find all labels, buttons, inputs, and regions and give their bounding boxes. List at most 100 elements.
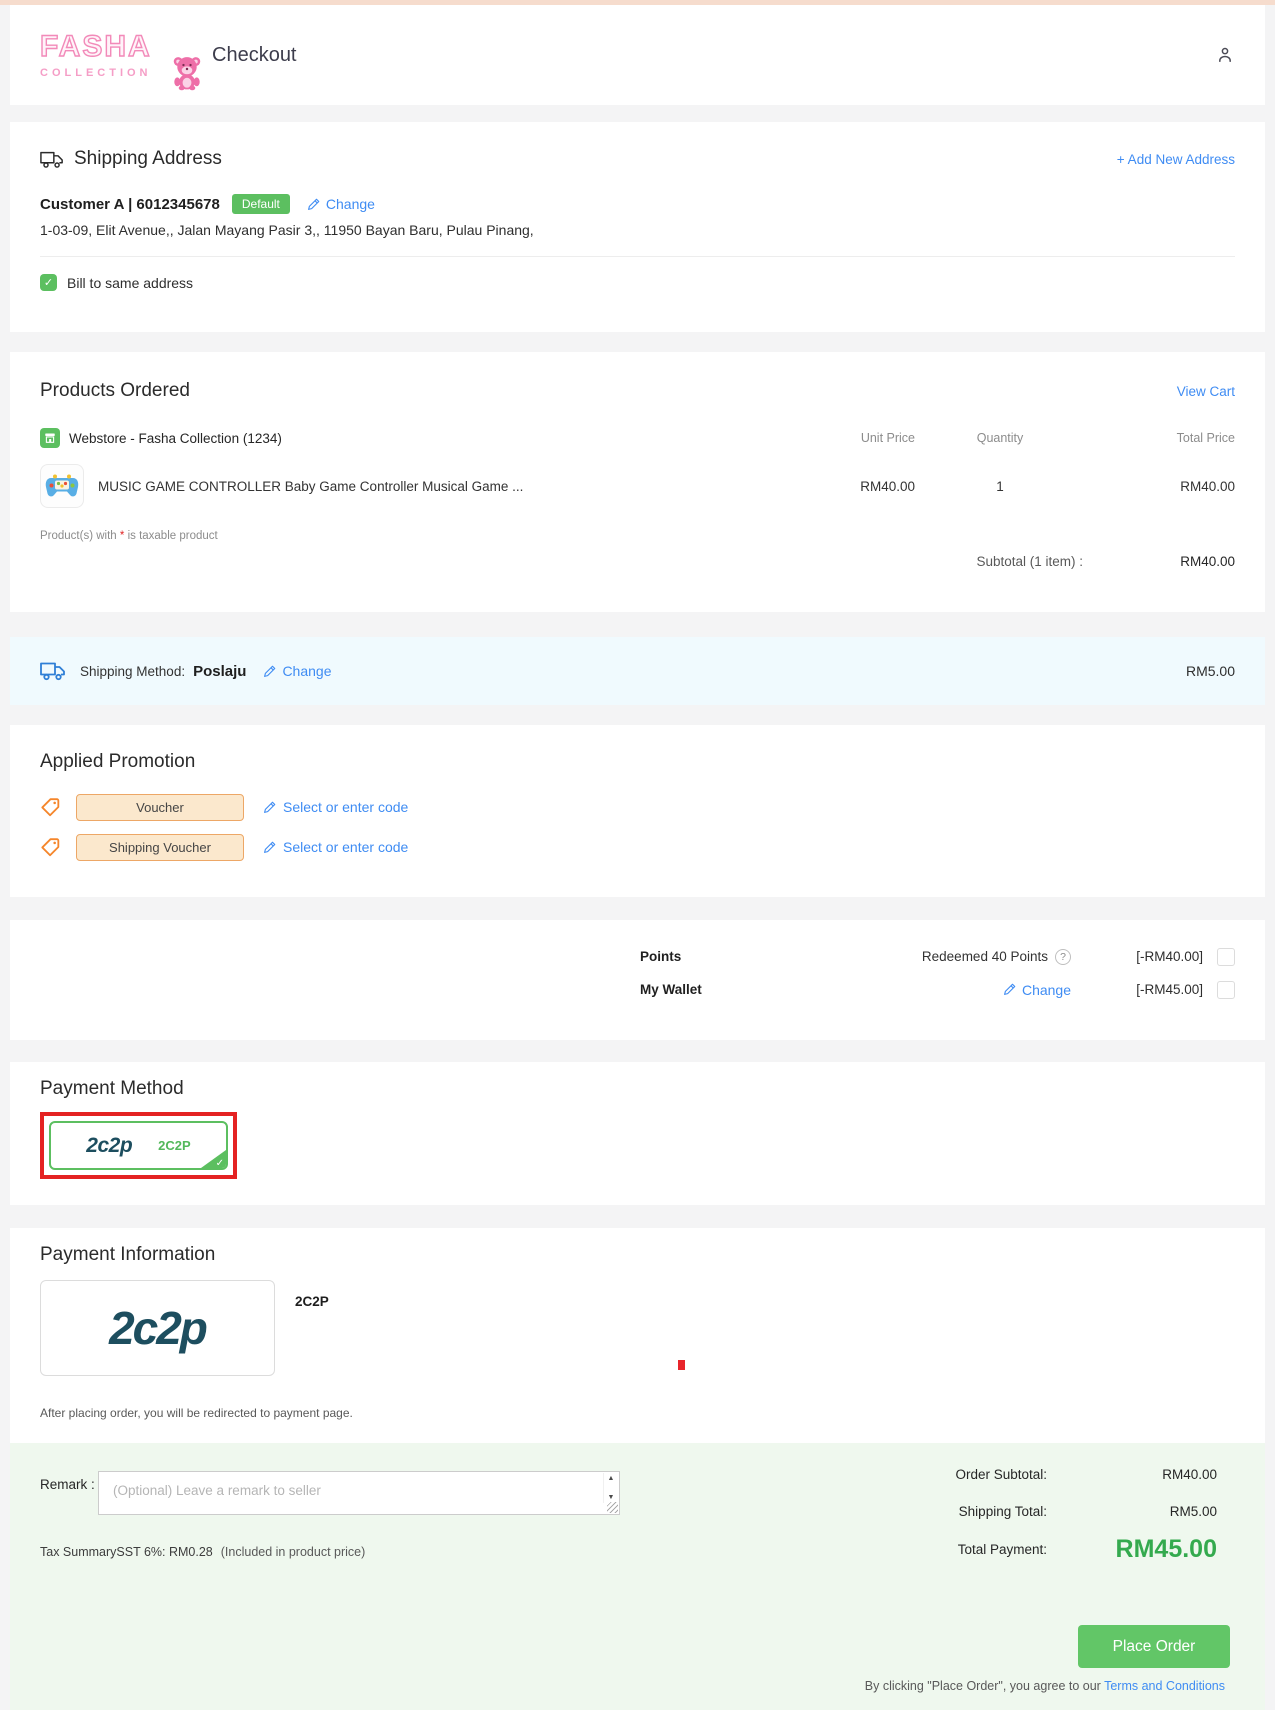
rewards-section: Points Redeemed 40 Points ? [-RM40.00] M… xyxy=(10,920,1265,1040)
points-checkbox[interactable] xyxy=(1217,947,1235,966)
remark-input[interactable] xyxy=(99,1472,619,1514)
pencil-icon xyxy=(264,841,276,853)
payment-option-label: 2C2P xyxy=(158,1138,191,1153)
shipping-voucher-select-label: Select or enter code xyxy=(283,839,409,855)
tag-icon xyxy=(41,838,60,857)
wallet-change-link[interactable]: Change xyxy=(1002,982,1071,998)
order-subtotal-value: RM40.00 xyxy=(1162,1467,1217,1482)
col-quantity: Quantity xyxy=(976,431,1024,445)
shipping-total-label: Shipping Total: xyxy=(958,1504,1047,1519)
remark-field-wrap: ▲▼ xyxy=(98,1471,620,1515)
shipping-total-row: Shipping Total: RM5.00 xyxy=(847,1504,1217,1519)
place-order-button[interactable]: Place Order xyxy=(1078,1625,1230,1668)
change-address-label: Change xyxy=(325,196,375,212)
change-address-link[interactable]: Change xyxy=(306,196,375,212)
remark-label: Remark : xyxy=(40,1477,95,1492)
divider xyxy=(40,256,1235,257)
terms-line: By clicking "Place Order", you agree to … xyxy=(864,1679,1225,1693)
col-total-price: Total Price xyxy=(1176,431,1235,445)
payment-information-title: Payment Information xyxy=(40,1244,216,1265)
payment-method-title: Payment Method xyxy=(40,1078,184,1099)
brand-logo-subtext: COLLECTION xyxy=(40,66,152,79)
customer-name: Customer A | 6012345678 xyxy=(40,195,220,213)
question-icon[interactable]: ? xyxy=(1055,948,1071,965)
voucher-select-label: Select or enter code xyxy=(283,799,409,815)
products-ordered-title: Products Ordered xyxy=(40,380,190,401)
selection-highlight-box: 2c2p 2C2P ✓ xyxy=(40,1112,237,1179)
check-icon: ✓ xyxy=(215,1158,224,1169)
points-amount: [-RM40.00] xyxy=(1136,949,1203,964)
wallet-row: My Wallet Change [-RM45.00] xyxy=(40,973,1235,1006)
voucher-row: Voucher Select or enter code xyxy=(40,793,1235,821)
brand-logo[interactable]: FASHA COLLECTION xyxy=(39,29,201,90)
truck-icon-blue xyxy=(40,662,65,681)
total-payment-label: Total Payment: xyxy=(957,1542,1047,1557)
view-cart-link[interactable]: View Cart xyxy=(1177,384,1235,399)
payment-logo-box: 2c2p xyxy=(40,1280,275,1376)
payment-information-section: Payment Information 2c2p 2C2P After plac… xyxy=(10,1228,1265,1443)
cursor-marker xyxy=(678,1360,685,1370)
product-thumbnail xyxy=(40,464,84,508)
shipping-address-section: Shipping Address + Add New Address Custo… xyxy=(10,122,1265,332)
game-controller-icon xyxy=(45,474,79,496)
order-subtotal-label: Order Subtotal: xyxy=(955,1467,1047,1482)
col-unit-price: Unit Price xyxy=(860,431,915,445)
pencil-icon xyxy=(264,665,276,677)
shipping-voucher-button[interactable]: Shipping Voucher xyxy=(76,833,244,861)
header: FASHA COLLECTION Checkout xyxy=(10,5,1265,105)
order-summary-footer: Remark : ▲▼ Tax SummarySST 6%: RM0.28(In… xyxy=(10,1443,1265,1710)
product-quantity: 1 xyxy=(996,478,1004,494)
wallet-amount: [-RM45.00] xyxy=(1136,982,1203,997)
points-status: Redeemed 40 Points xyxy=(921,949,1048,964)
wallet-checkbox[interactable] xyxy=(1217,980,1235,999)
terms-link[interactable]: Terms and Conditions xyxy=(1104,1679,1225,1693)
2c2p-logo: 2c2p xyxy=(86,1133,133,1157)
payment-redirect-note: After placing order, you will be redirec… xyxy=(40,1406,353,1420)
store-name: Webstore - Fasha Collection (1234) xyxy=(69,430,282,446)
tax-summary: Tax SummarySST 6%: RM0.28 (Included in pr… xyxy=(40,1545,366,1559)
payment-option-2c2p[interactable]: 2c2p 2C2P ✓ xyxy=(49,1121,228,1170)
bill-same-address-checkbox[interactable]: ✓ xyxy=(40,274,57,291)
shipping-method-label: Shipping Method: xyxy=(80,663,186,679)
2c2p-logo-large: 2c2p xyxy=(109,1302,208,1354)
shipping-voucher-select-link[interactable]: Select or enter code xyxy=(262,839,408,855)
scrollbar-arrows[interactable]: ▲ ▼ xyxy=(603,1473,618,1503)
voucher-select-link[interactable]: Select or enter code xyxy=(262,799,408,815)
truck-icon xyxy=(40,151,63,168)
total-payment-row: Total Payment: RM45.00 xyxy=(847,1535,1217,1564)
taxable-note: Product(s) with * is taxable product xyxy=(40,530,218,542)
voucher-button[interactable]: Voucher xyxy=(76,793,244,821)
pencil-icon xyxy=(307,198,320,210)
order-subtotal-row: Order Subtotal: RM40.00 xyxy=(847,1467,1217,1482)
shipping-address-title: Shipping Address xyxy=(74,148,222,169)
payment-name: 2C2P xyxy=(295,1294,329,1309)
subtotal-value: RM40.00 xyxy=(1180,554,1235,569)
shipping-method-section: Shipping Method: Poslaju Change RM5.00 xyxy=(10,637,1265,705)
products-ordered-section: Products Ordered View Cart Webstore - Fa… xyxy=(10,352,1265,612)
bill-same-address-label: Bill to same address xyxy=(67,274,194,291)
page-title: Checkout xyxy=(212,43,297,66)
product-name: MUSIC GAME CONTROLLER Baby Game Controll… xyxy=(98,478,524,494)
teddy-bear-icon xyxy=(173,56,201,90)
points-row: Points Redeemed 40 Points ? [-RM40.00] xyxy=(40,940,1235,973)
product-unit-price: RM40.00 xyxy=(860,478,915,494)
shipping-price: RM5.00 xyxy=(1185,663,1235,679)
subtotal-label: Subtotal (1 item) : xyxy=(976,554,1083,569)
table-row: MUSIC GAME CONTROLLER Baby Game Controll… xyxy=(40,464,1235,508)
payment-method-section: Payment Method 2c2p 2C2P ✓ xyxy=(10,1062,1265,1205)
applied-promotion-title: Applied Promotion xyxy=(40,751,196,772)
table-header-row: Webstore - Fasha Collection (1234) Unit … xyxy=(40,428,1235,448)
resize-grip[interactable] xyxy=(607,1502,618,1513)
change-shipping-link[interactable]: Change xyxy=(262,663,331,679)
add-new-address-link[interactable]: + Add New Address xyxy=(1117,152,1235,167)
brand-logo-text: FASHA xyxy=(39,29,152,63)
wallet-label: My Wallet xyxy=(640,982,702,997)
address-line: 1-03-09, Elit Avenue,, Jalan Mayang Pasi… xyxy=(40,222,534,238)
pencil-icon xyxy=(1004,983,1016,995)
account-button[interactable] xyxy=(1215,45,1235,65)
shipping-method-value: Poslaju xyxy=(193,662,247,680)
tag-icon xyxy=(41,798,60,817)
shipping-total-value: RM5.00 xyxy=(1169,1504,1217,1519)
default-badge: Default xyxy=(231,194,290,214)
user-icon xyxy=(1219,47,1231,62)
